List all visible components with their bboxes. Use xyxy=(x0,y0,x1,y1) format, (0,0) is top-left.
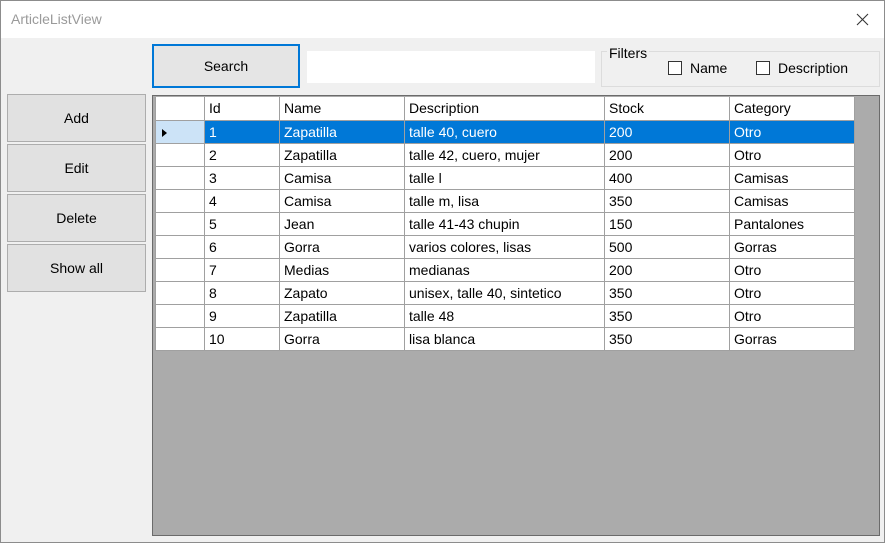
table-row[interactable]: 5 Jean talle 41-43 chupin 150 Pantalones xyxy=(155,211,855,236)
table-row[interactable]: 7 Medias medianas 200 Otro xyxy=(155,257,855,282)
table-row[interactable]: 6 Gorra varios colores, lisas 500 Gorras xyxy=(155,234,855,259)
row-header[interactable] xyxy=(155,303,205,328)
row-header[interactable] xyxy=(155,211,205,236)
cell-name[interactable]: Zapatilla xyxy=(279,142,405,167)
filter-name-checkbox[interactable]: Name xyxy=(668,60,727,76)
cell-name[interactable]: Gorra xyxy=(279,326,405,351)
cell-name[interactable]: Camisa xyxy=(279,188,405,213)
cell-category[interactable]: Otro xyxy=(729,280,855,305)
cell-id[interactable]: 2 xyxy=(204,142,280,167)
cell-id[interactable]: 6 xyxy=(204,234,280,259)
cell-description[interactable]: talle 48 xyxy=(404,303,605,328)
cell-stock[interactable]: 200 xyxy=(604,119,730,144)
add-button[interactable]: Add xyxy=(7,94,146,142)
window-title: ArticleListView xyxy=(11,11,102,27)
cell-category[interactable]: Camisas xyxy=(729,188,855,213)
cell-id[interactable]: 3 xyxy=(204,165,280,190)
column-header-id[interactable]: Id xyxy=(204,97,280,121)
articles-grid[interactable]: Id Name Description Stock Category 1 Zapa… xyxy=(152,95,880,536)
header-row: Id Name Description Stock Category xyxy=(155,97,855,121)
row-header[interactable] xyxy=(155,165,205,190)
table-row[interactable]: 8 Zapato unisex, talle 40, sintetico 350 Otr… xyxy=(155,280,855,305)
row-header[interactable] xyxy=(155,280,205,305)
cell-category[interactable]: Pantalones xyxy=(729,211,855,236)
cell-id[interactable]: 1 xyxy=(204,119,280,144)
cell-description[interactable]: talle m, lisa xyxy=(404,188,605,213)
cell-category[interactable]: Gorras xyxy=(729,234,855,259)
cell-id[interactable]: 10 xyxy=(204,326,280,351)
table-row[interactable]: 4 Camisa talle m, lisa 350 Camisas xyxy=(155,188,855,213)
cell-description[interactable]: unisex, talle 40, sintetico xyxy=(404,280,605,305)
column-header-description[interactable]: Description xyxy=(404,97,605,121)
cell-description[interactable]: talle l xyxy=(404,165,605,190)
close-button[interactable] xyxy=(841,1,884,38)
cell-stock[interactable]: 150 xyxy=(604,211,730,236)
cell-name[interactable]: Camisa xyxy=(279,165,405,190)
table-row[interactable]: 3 Camisa talle l 400 Camisas xyxy=(155,165,855,190)
current-row-arrow-icon xyxy=(162,128,167,137)
table-row[interactable]: 10 Gorra lisa blanca 350 Gorras xyxy=(155,326,855,351)
close-icon xyxy=(856,13,869,26)
cell-category[interactable]: Gorras xyxy=(729,326,855,351)
filter-description-label: Description xyxy=(778,60,849,76)
cell-stock[interactable]: 350 xyxy=(604,326,730,351)
cell-name[interactable]: Jean xyxy=(279,211,405,236)
table-row[interactable]: 2 Zapatilla talle 42, cuero, mujer 200 Otro xyxy=(155,142,855,167)
row-header[interactable] xyxy=(155,142,205,167)
edit-button[interactable]: Edit xyxy=(7,144,146,192)
cell-category[interactable]: Camisas xyxy=(729,165,855,190)
filter-description-checkbox[interactable]: Description xyxy=(756,60,848,76)
table-row[interactable]: 9 Zapatilla talle 48 350 Otro xyxy=(155,303,855,328)
cell-name[interactable]: Zapatilla xyxy=(279,303,405,328)
cell-id[interactable]: 5 xyxy=(204,211,280,236)
cell-name[interactable]: Medias xyxy=(279,257,405,282)
cell-description[interactable]: talle 42, cuero, mujer xyxy=(404,142,605,167)
cell-id[interactable]: 8 xyxy=(204,280,280,305)
filters-label: Filters xyxy=(607,45,650,61)
filter-name-label: Name xyxy=(690,60,728,76)
cell-description[interactable]: talle 41-43 chupin xyxy=(404,211,605,236)
cell-stock[interactable]: 350 xyxy=(604,188,730,213)
row-header[interactable] xyxy=(155,234,205,259)
column-header-category[interactable]: Category xyxy=(729,97,855,121)
cell-category[interactable]: Otro xyxy=(729,142,855,167)
row-header[interactable] xyxy=(155,326,205,351)
row-header[interactable] xyxy=(155,119,205,144)
cell-name[interactable]: Zapato xyxy=(279,280,405,305)
cell-name[interactable]: Gorra xyxy=(279,234,405,259)
row-header-corner[interactable] xyxy=(155,97,205,121)
description-checkbox-box[interactable] xyxy=(756,61,770,75)
cell-category[interactable]: Otro xyxy=(729,257,855,282)
table-row[interactable]: 1 Zapatilla talle 40, cuero 200 Otro xyxy=(155,119,855,144)
show-all-button[interactable]: Show all xyxy=(7,244,146,292)
delete-button[interactable]: Delete xyxy=(7,194,146,242)
column-header-stock[interactable]: Stock xyxy=(604,97,730,121)
cell-id[interactable]: 7 xyxy=(204,257,280,282)
row-header[interactable] xyxy=(155,257,205,282)
cell-stock[interactable]: 350 xyxy=(604,303,730,328)
cell-description[interactable]: talle 40, cuero xyxy=(404,119,605,144)
cell-stock[interactable]: 200 xyxy=(604,257,730,282)
articles-table: Id Name Description Stock Category 1 Zapa… xyxy=(155,97,855,351)
cell-id[interactable]: 9 xyxy=(204,303,280,328)
cell-description[interactable]: varios colores, lisas xyxy=(404,234,605,259)
row-header[interactable] xyxy=(155,188,205,213)
cell-name[interactable]: Zapatilla xyxy=(279,119,405,144)
search-button[interactable]: Search xyxy=(152,44,300,88)
cell-category[interactable]: Otro xyxy=(729,119,855,144)
cell-stock[interactable]: 200 xyxy=(604,142,730,167)
cell-id[interactable]: 4 xyxy=(204,188,280,213)
title-bar[interactable]: ArticleListView xyxy=(1,1,884,38)
cell-stock[interactable]: 500 xyxy=(604,234,730,259)
cell-category[interactable]: Otro xyxy=(729,303,855,328)
cell-description[interactable]: medianas xyxy=(404,257,605,282)
cell-stock[interactable]: 350 xyxy=(604,280,730,305)
cell-description[interactable]: lisa blanca xyxy=(404,326,605,351)
cell-stock[interactable]: 400 xyxy=(604,165,730,190)
app-window: ArticleListView Search Filters Name Desc… xyxy=(0,0,885,543)
column-header-name[interactable]: Name xyxy=(279,97,405,121)
search-input[interactable] xyxy=(307,51,595,83)
name-checkbox-box[interactable] xyxy=(668,61,682,75)
